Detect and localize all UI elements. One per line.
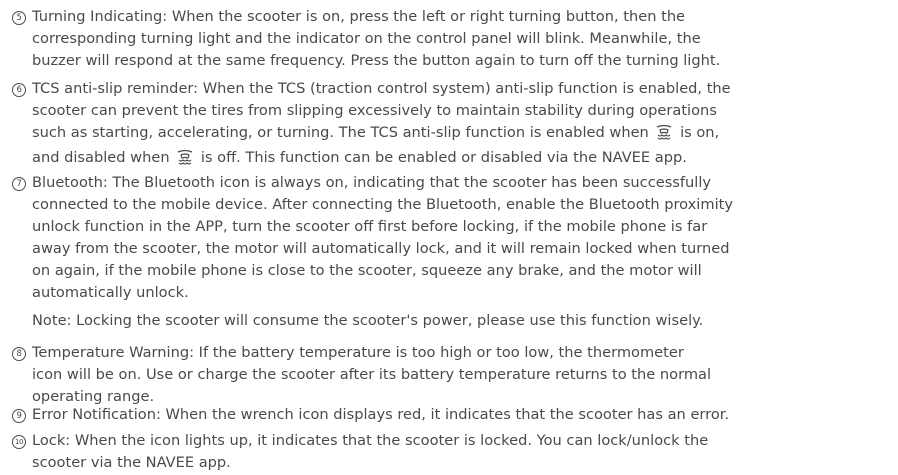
item-number-marker: 8 — [12, 347, 26, 361]
list-item-turning-indicating: 5 Turning Indicating: When the scooter i… — [12, 6, 888, 72]
item-number-marker: 9 — [12, 409, 26, 423]
item-text-line: connected to the mobile device. After co… — [32, 196, 733, 213]
item-text-line: scooter via the NAVEE app. — [32, 454, 231, 471]
list-item-lock: 10 Lock: When the icon lights up, it ind… — [12, 430, 888, 474]
item-number-marker: 5 — [12, 11, 26, 25]
item-text-line: Lock: When the icon lights up, it indica… — [32, 432, 709, 449]
item-text-line: Temperature Warning: If the battery temp… — [32, 344, 684, 361]
item-text-line: unlock function in the APP, turn the sco… — [32, 218, 708, 235]
item-text-line: corresponding turning light and the indi… — [32, 30, 701, 47]
item-text-line: buzzer will respond at the same frequenc… — [32, 52, 721, 69]
item-number-marker: 6 — [12, 83, 26, 97]
item-text-fragment: and disabled when — [32, 149, 170, 166]
item-text-line: on again, if the mobile phone is close t… — [32, 262, 702, 279]
item-text-line: and disabled when is off. This function … — [32, 147, 888, 172]
item-text-line: automatically unlock. — [32, 284, 189, 301]
item-text-line: away from the scooter, the motor will au… — [32, 240, 730, 257]
tcs-icon — [654, 124, 674, 147]
instruction-page: 5 Turning Indicating: When the scooter i… — [0, 0, 898, 475]
tcs-icon — [175, 149, 195, 172]
item-text-line: scooter can prevent the tires from slipp… — [32, 102, 717, 119]
item-text-fragment: is off. This function can be enabled or … — [200, 149, 687, 166]
list-item-tcs-anti-slip: 6 TCS anti-slip reminder: When the TCS (… — [12, 78, 888, 172]
item-text-fragment: is on, — [680, 124, 720, 141]
item-text-line: icon will be on. Use or charge the scoot… — [32, 366, 712, 383]
item-text-line: Turning Indicating: When the scooter is … — [32, 8, 686, 25]
item-text-line: Bluetooth: The Bluetooth icon is always … — [32, 174, 712, 191]
item-number-marker: 10 — [12, 435, 26, 449]
item-text-line: such as starting, accelerating, or turni… — [32, 122, 888, 147]
list-item-bluetooth: 7 Bluetooth: The Bluetooth icon is alway… — [12, 172, 888, 304]
item-number-marker: 7 — [12, 177, 26, 191]
note-text: Note: Locking the scooter will consume t… — [32, 312, 704, 329]
list-item-error-notification: 9 Error Notification: When the wrench ic… — [12, 404, 888, 426]
item-text-line: TCS anti-slip reminder: When the TCS (tr… — [32, 80, 731, 97]
item-text-line: Error Notification: When the wrench icon… — [32, 406, 730, 423]
item-text-fragment: such as starting, accelerating, or turni… — [32, 124, 649, 141]
list-item-temperature-warning: 8 Temperature Warning: If the battery te… — [12, 342, 888, 408]
